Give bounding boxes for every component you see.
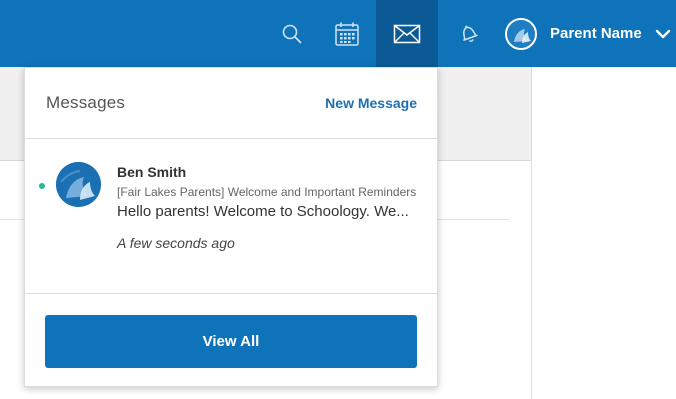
unread-indicator [39, 183, 45, 189]
message-timestamp: A few seconds ago [117, 235, 235, 251]
search-button[interactable] [261, 0, 323, 67]
message-preview: Hello parents! Welcome to Schoology. We.… [117, 203, 409, 220]
user-name: Parent Name [550, 25, 642, 42]
message-content: Ben Smith [Fair Lakes Parents] Welcome a… [117, 163, 425, 252]
messages-dropdown: Messages New Message Ben Smith [Fair Lak… [24, 67, 438, 387]
message-sender: Ben Smith [117, 164, 187, 180]
messages-button[interactable] [376, 0, 438, 67]
top-navigation-bar: Parent Name [0, 0, 676, 67]
message-subject: [Fair Lakes Parents] Welcome and Importa… [117, 185, 417, 199]
right-column [531, 67, 676, 399]
calendar-button[interactable] [316, 0, 378, 67]
messages-title: Messages [46, 93, 126, 112]
notifications-button[interactable] [438, 0, 500, 67]
search-icon [282, 24, 302, 43]
calendar-icon [335, 22, 359, 46]
view-all-button[interactable]: View All [45, 315, 417, 368]
messages-dropdown-header: Messages New Message [25, 68, 437, 139]
bell-icon [463, 24, 478, 42]
chevron-down-icon[interactable] [655, 29, 671, 39]
message-item[interactable]: Ben Smith [Fair Lakes Parents] Welcome a… [25, 139, 437, 294]
envelope-icon [393, 24, 421, 43]
sender-avatar [56, 162, 101, 207]
new-message-link[interactable]: New Message [325, 95, 417, 111]
user-menu[interactable]: Parent Name [505, 0, 676, 67]
avatar-icon [505, 17, 537, 50]
